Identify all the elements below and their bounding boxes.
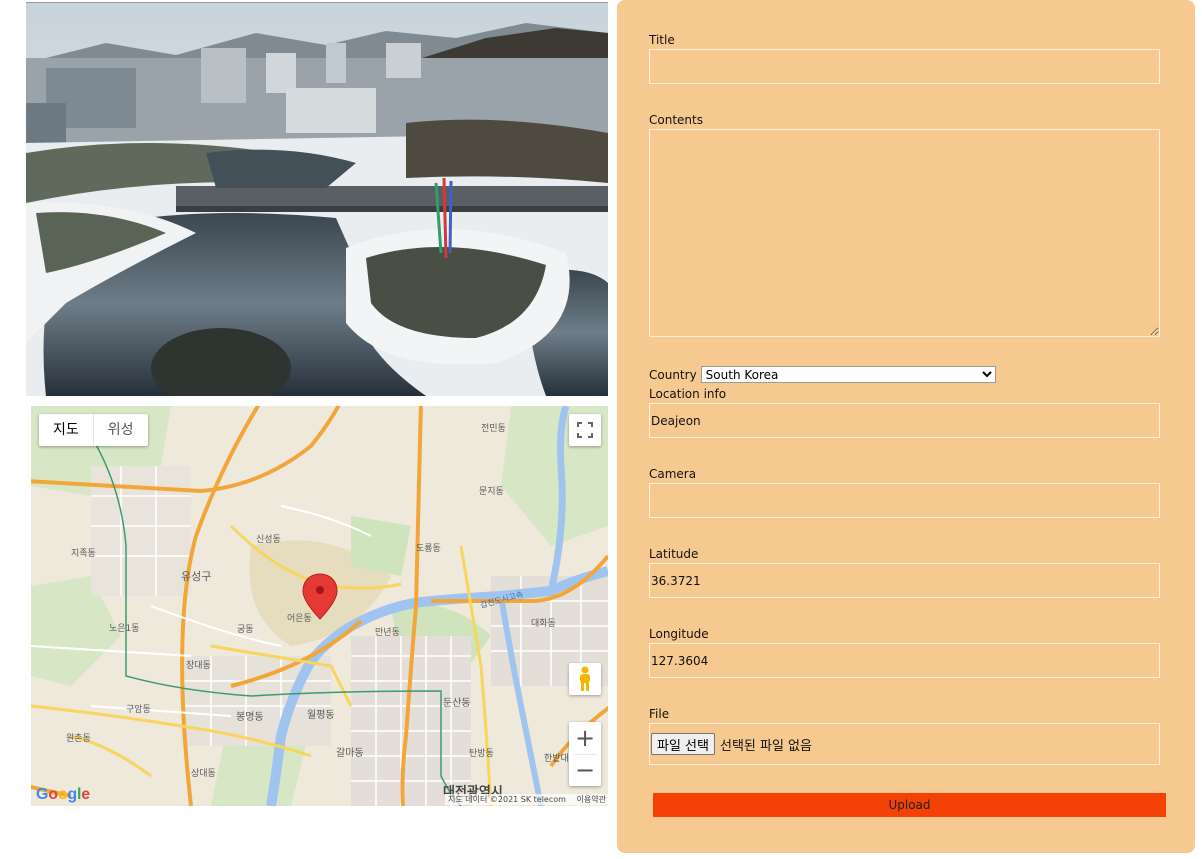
map-label-hanbat: 한밭대 [544, 753, 569, 764]
title-label: Title [649, 33, 675, 47]
map-label-singseong: 신성동 [256, 534, 281, 545]
map-label-eoeun: 어은동 [287, 613, 312, 624]
map-label-gung: 궁동 [237, 624, 254, 635]
map-type-map-button[interactable]: 지도 [39, 414, 94, 446]
map-tiles: 유성구 어은동 궁동 만년동 월평동 둔산동 갈마동 봉명동 대화동 원촌동 신… [31, 406, 608, 806]
longitude-input[interactable] [649, 643, 1160, 678]
title-input[interactable] [649, 49, 1160, 84]
map-label-tanbang: 탄방동 [469, 748, 494, 759]
pegman-icon [580, 666, 590, 691]
country-row: Country South Korea [649, 366, 996, 383]
location-input[interactable] [649, 403, 1160, 438]
longitude-label: Longitude [649, 627, 709, 641]
map-label-sangdae: 상대동 [191, 768, 216, 779]
camera-input[interactable] [649, 483, 1160, 518]
latitude-label: Latitude [649, 547, 699, 561]
map-label-doryong: 도룡동 [416, 543, 441, 554]
zoom-in-button[interactable]: + [569, 723, 601, 754]
map-terms-link[interactable]: 이용약관 [577, 795, 606, 804]
contents-label: Contents [649, 113, 703, 127]
file-label: File [649, 707, 670, 721]
street-view-button[interactable] [569, 663, 601, 695]
map-label-guam: 구암동 [126, 703, 151, 715]
map-label-yuseong: 유성구 [181, 570, 211, 583]
map-type-satellite-button[interactable]: 위성 [94, 414, 148, 446]
choose-file-button[interactable]: 파일 선택 [651, 733, 715, 755]
zoom-control: + − [569, 722, 601, 786]
latitude-input[interactable] [649, 563, 1160, 598]
location-map[interactable]: 유성구 어은동 궁동 만년동 월평동 둔산동 갈마동 봉명동 대화동 원촌동 신… [31, 406, 608, 806]
map-label-jangdae: 장대동 [186, 660, 211, 671]
map-attribution: 지도 데이터 ©2021 SK telecom 이용약관 [445, 794, 608, 805]
file-input[interactable]: 파일 선택 선택된 파일 없음 [649, 723, 1160, 765]
map-label-jeonmin: 전민동 [481, 423, 506, 434]
map-label-manyeon: 만년동 [375, 627, 400, 638]
google-logo[interactable]: Google [36, 786, 90, 804]
map-label-dunsan: 둔산동 [443, 697, 471, 709]
contents-textarea[interactable] [649, 129, 1160, 337]
file-status-text: 선택된 파일 없음 [719, 738, 812, 754]
map-type-control: 지도 위성 [39, 414, 148, 446]
location-photo [26, 2, 608, 396]
map-label-bongmyeong: 봉명동 [236, 711, 264, 723]
map-data-credit: 지도 데이터 ©2021 SK telecom [448, 795, 566, 804]
map-label-noeun: 노은1동 [109, 623, 140, 634]
upload-button[interactable]: Upload [653, 793, 1166, 817]
map-label-munji: 문지동 [479, 486, 504, 497]
country-label: Country [649, 367, 697, 382]
country-select[interactable]: South Korea [700, 366, 996, 383]
map-label-wolpyeong: 월평동 [307, 709, 335, 721]
location-label: Location info [649, 387, 727, 401]
map-label-wonchon: 원촌동 [66, 733, 91, 744]
map-label-daeheung: 대화동 [531, 618, 556, 629]
fullscreen-button[interactable] [569, 414, 601, 446]
zoom-out-button[interactable]: − [569, 755, 601, 786]
upload-form-panel: Title Contents Country South Korea Locat… [617, 0, 1195, 853]
snowy-campus-pond-photo [26, 3, 608, 396]
map-label-jijok: 지족동 [71, 548, 96, 559]
fullscreen-icon [577, 422, 593, 438]
map-label-galma: 갈마동 [336, 746, 364, 759]
camera-label: Camera [649, 467, 697, 481]
